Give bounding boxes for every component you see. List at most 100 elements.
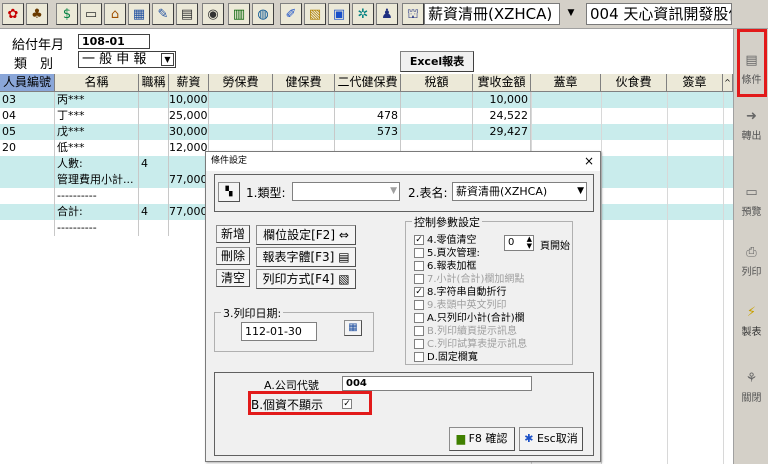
- print-button[interactable]: ⎙ 列印: [736, 233, 767, 289]
- table-cell-title: [139, 220, 169, 236]
- print-date-input[interactable]: 112-01-30: [241, 322, 317, 341]
- table-cell-labor: [209, 124, 273, 140]
- eye-icon[interactable]: ◉: [202, 3, 224, 25]
- report-icon: ⚡: [746, 305, 757, 320]
- col-header-net[interactable]: 實收金額: [473, 74, 531, 92]
- col-header-seal[interactable]: 蓋章: [531, 74, 601, 92]
- image-icon[interactable]: ▧: [304, 3, 326, 25]
- chevron-down-icon: ▼: [390, 186, 397, 196]
- company-code-input[interactable]: 004: [342, 376, 532, 391]
- export-icon: ➜: [746, 109, 757, 124]
- table-cell-name: 丁***: [55, 108, 139, 124]
- report-button[interactable]: ⚡ 製表: [736, 293, 767, 349]
- pay-month-label: 給付年月: [12, 38, 65, 53]
- clear-button[interactable]: 清空: [216, 269, 250, 287]
- table-row[interactable]: 05 戊*** 30,000 573 29,427: [0, 124, 733, 140]
- table-cell-net: 10,000: [473, 92, 531, 108]
- wrench-icon[interactable]: ✎: [152, 3, 174, 25]
- type-icon-button[interactable]: ▚: [218, 182, 240, 202]
- col-header-sign[interactable]: 簽章: [667, 74, 723, 92]
- highlight-hide-personal: [248, 391, 372, 415]
- table-cell-name: 戊***: [55, 124, 139, 140]
- monitor-icon[interactable]: ▭: [80, 3, 102, 25]
- globe-icon[interactable]: ◍: [252, 3, 274, 25]
- table-cell-health: [273, 124, 335, 140]
- calculator-icon[interactable]: ▤: [176, 3, 198, 25]
- table-row[interactable]: 03 丙*** 10,000 10,000: [0, 92, 733, 108]
- table-cell-name: 低***: [55, 140, 139, 156]
- page-start-input[interactable]: 0 ▲ ▼: [504, 235, 534, 251]
- preview-button[interactable]: ▭ 預覽: [736, 173, 767, 229]
- col-header-salary[interactable]: 薪資: [169, 74, 209, 92]
- cancel-button-label: Esc取消: [536, 432, 578, 445]
- table-cell-name: 合計:: [55, 204, 139, 220]
- col-header-tax[interactable]: 稅額: [401, 74, 473, 92]
- close-button[interactable]: ⚘ 關閉: [736, 359, 767, 415]
- close-button-label: 關閉: [741, 393, 762, 404]
- table-row[interactable]: 04 丁*** 25,000 478 24,522: [0, 108, 733, 124]
- report-select[interactable]: 薪資清冊(XZHCA): [424, 3, 560, 25]
- table-cell-title: [139, 92, 169, 108]
- col-header-health[interactable]: 健保費: [273, 74, 335, 92]
- home-icon[interactable]: ⌂: [104, 3, 126, 25]
- scroll-up-arrow[interactable]: ^: [723, 74, 733, 92]
- table-cell-name: ----------: [55, 188, 139, 204]
- person-icon[interactable]: ♟: [376, 3, 398, 25]
- company-select[interactable]: 004 天心資訊開發股份有: [586, 3, 732, 25]
- table-cell-salary: 77,000: [169, 204, 209, 220]
- table-cell-tax: [401, 92, 473, 108]
- table-label: 2.表名:: [408, 186, 448, 200]
- table-cell-name: 丙***: [55, 92, 139, 108]
- col-header-name[interactable]: 名稱: [55, 74, 139, 92]
- table-cell-title: [139, 124, 169, 140]
- delete-button[interactable]: 刪除: [216, 247, 250, 265]
- col-header-labor[interactable]: 勞保費: [209, 74, 273, 92]
- window-icon[interactable]: ▣: [328, 3, 350, 25]
- col-header-nhi2[interactable]: 二代健保費: [335, 74, 401, 92]
- money-icon[interactable]: $: [56, 3, 78, 25]
- table-cell-id: [0, 188, 55, 204]
- pay-month-input[interactable]: 108-01: [78, 34, 150, 49]
- table-cell-id: 05: [0, 124, 55, 140]
- table-cell-salary: 10,000: [169, 92, 209, 108]
- star-icon[interactable]: ✿: [2, 3, 24, 25]
- option-checkbox[interactable]: [414, 352, 424, 362]
- report-button-label: 製表: [741, 327, 762, 338]
- table-cell-labor: [209, 108, 273, 124]
- grid-line: [601, 92, 602, 464]
- report-font-button[interactable]: 報表字體[F3] ▤: [256, 247, 356, 267]
- grid-icon[interactable]: ▦: [128, 3, 150, 25]
- table-cell-salary: 30,000: [169, 124, 209, 140]
- list-icon[interactable]: ▥: [228, 3, 250, 25]
- col-header-meal[interactable]: 伙食費: [601, 74, 667, 92]
- col-header-title[interactable]: 職稱: [139, 74, 169, 92]
- table-cell-salary: 25,000: [169, 108, 209, 124]
- cancel-button[interactable]: ✱ Esc取消: [519, 427, 583, 451]
- export-button[interactable]: ➜ 轉出: [736, 97, 767, 153]
- table-cell-salary: 12,000: [169, 140, 209, 156]
- settings-icon[interactable]: ✲: [352, 3, 374, 25]
- print-mode-button[interactable]: 列印方式[F4] ▧: [256, 269, 356, 289]
- pencil-icon[interactable]: ✐: [280, 3, 302, 25]
- table-cell-tax: [401, 108, 473, 124]
- table-cell-id: [0, 220, 55, 236]
- users-icon[interactable]: ♣: [26, 3, 48, 25]
- category-select[interactable]: 一 般 申 報 ▼: [78, 51, 176, 68]
- table-select[interactable]: 薪資清冊(XZHCA) ▼: [452, 182, 587, 201]
- option-item[interactable]: D.固定欄寬: [414, 348, 478, 363]
- table-cell-net: 24,522: [473, 108, 531, 124]
- bank-icon[interactable]: ⛫: [402, 3, 424, 25]
- dialog-close-button[interactable]: ×: [584, 152, 594, 171]
- calendar-icon[interactable]: ▦: [344, 320, 362, 336]
- col-header-id[interactable]: 人員編號: [0, 74, 55, 92]
- report-select-arrow[interactable]: ▼: [564, 3, 578, 25]
- add-button[interactable]: 新增: [216, 225, 250, 243]
- table-cell-salary: [169, 156, 209, 172]
- excel-report-button[interactable]: Excel報表: [400, 51, 474, 72]
- ok-button[interactable]: ▆ F8 確認: [449, 427, 515, 451]
- column-settings-button[interactable]: 欄位設定[F2] ⇔: [256, 225, 356, 245]
- type-select[interactable]: ▼: [292, 182, 400, 201]
- table-cell-id: [0, 172, 55, 188]
- grid-line: [667, 92, 668, 464]
- column-settings-icon: ⇔: [338, 228, 349, 242]
